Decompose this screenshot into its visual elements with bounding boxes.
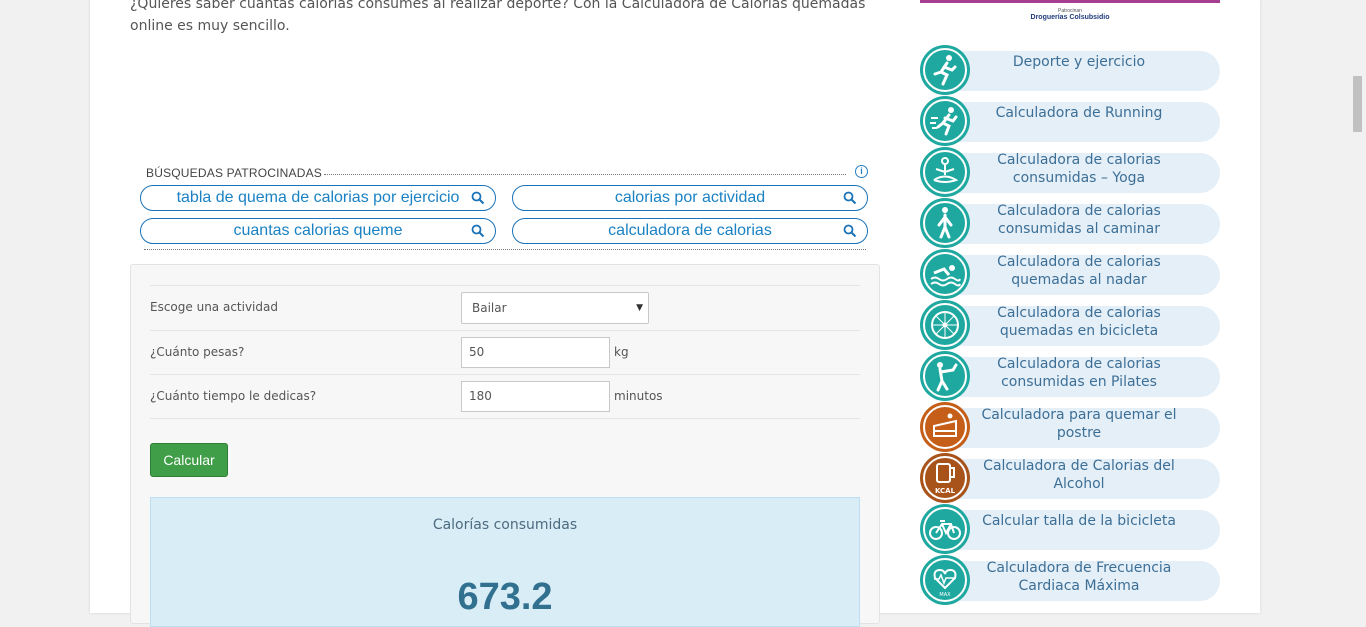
sidebar-item-label: Calcular talla de la bicicleta (982, 513, 1176, 529)
result-box: Calorías consumidas 673.2 (150, 497, 860, 627)
activity-row: Escoge una actividad Bailar ▼ (150, 285, 860, 330)
sidebar-item-alcohol[interactable]: Calculadora de Calorias del Alcohol KCAL (920, 453, 1220, 503)
beer-kcal-icon: KCAL (920, 453, 970, 503)
search-icon (843, 191, 857, 205)
search-icon (471, 191, 485, 205)
sidebar-item-caminar[interactable]: Calculadora de calorias consumidas al ca… (920, 198, 1220, 248)
page-scrollbar[interactable] (1349, 0, 1366, 613)
sidebar-item-label: Calculadora de Running (995, 105, 1163, 121)
sidebar-item-talla-bicicleta[interactable]: Calcular talla de la bicicleta (920, 504, 1220, 554)
weight-input[interactable]: 50 (461, 337, 610, 368)
pilates-icon (920, 351, 970, 401)
time-row: ¿Cuánto tiempo le dedicas? 180 minutos (150, 374, 860, 419)
sidebar-item-running[interactable]: Calculadora de Running (920, 96, 1220, 146)
sidebar-item-label: Calculadora de calorias consumidas – Yog… (997, 152, 1161, 186)
sidebar-item-pilates[interactable]: Calculadora de calorias consumidas en Pi… (920, 351, 1220, 401)
sponsored-link-calculadora[interactable]: calculadora de calorias (512, 218, 868, 244)
sidebar-item-nadar[interactable]: Calculadora de calorias quemadas al nada… (920, 249, 1220, 299)
sponsor-banner[interactable]: Patrocinan Droguerías Colsubsidio (920, 0, 1220, 32)
yoga-icon (920, 147, 970, 197)
cake-icon (920, 402, 970, 452)
sprint-icon (920, 96, 970, 146)
sponsored-heading: BÚSQUEDAS PATROCINADAS (146, 166, 322, 180)
walking-icon (920, 198, 970, 248)
activity-label: Escoge una actividad (150, 300, 278, 314)
banner-bar (920, 0, 1220, 3)
swimming-icon (920, 249, 970, 299)
calculate-button[interactable]: Calcular (150, 443, 228, 477)
weight-row: ¿Cuánto pesas? 50 kg (150, 330, 860, 375)
sidebar-item-yoga[interactable]: Calculadora de calorias consumidas – Yog… (920, 147, 1220, 197)
dropdown-caret-icon: ▼ (636, 303, 643, 313)
calculator-form: Escoge una actividad Bailar ▼ ¿Cuánto pe… (130, 264, 880, 627)
sidebar-item-bicicleta[interactable]: Calculadora de calorias quemadas en bici… (920, 300, 1220, 350)
weight-label: ¿Cuánto pesas? (150, 345, 245, 359)
bike-wheel-icon (920, 300, 970, 350)
weight-unit: kg (614, 345, 629, 359)
activity-select[interactable]: Bailar ▼ (461, 292, 649, 324)
sidebar-item-label: Calculadora de Frecuencia Cardiaca Máxim… (986, 560, 1172, 594)
running-icon (920, 45, 970, 95)
sidebar-item-label: Deporte y ejercicio (1012, 54, 1146, 70)
search-icon (471, 224, 485, 238)
info-icon[interactable]: i (855, 165, 868, 178)
result-label: Calorías consumidas (432, 517, 578, 533)
sidebar-item-label: Calculadora de calorias consumidas al ca… (997, 203, 1161, 237)
search-icon (843, 224, 857, 238)
sidebar-item-label: Calculadora de calorias quemadas al nada… (997, 254, 1161, 288)
sidebar-item-deporte[interactable]: Deporte y ejercicio (920, 45, 1220, 95)
banner-brand-logo: Droguerías Colsubsidio (1030, 14, 1110, 21)
sponsored-searches: BÚSQUEDAS PATROCINADAS i tabla de quema … (140, 162, 870, 252)
svg-text:MAX: MAX (939, 592, 951, 598)
sidebar-item-frecuencia[interactable]: Calculadora de Frecuencia Cardiaca Máxim… (920, 555, 1220, 605)
svg-text:KCAL: KCAL (935, 487, 956, 495)
sponsored-link-queme[interactable]: cuantas calorias queme (140, 218, 496, 244)
sidebar-item-label: Calculadora de Calorias del Alcohol (983, 458, 1175, 492)
time-input[interactable]: 180 (461, 381, 610, 412)
divider (144, 249, 866, 250)
divider (150, 418, 860, 419)
time-unit: minutos (614, 389, 663, 403)
time-label: ¿Cuánto tiempo le dedicas? (150, 389, 317, 403)
intro-paragraph: ¿Quieres saber cuantas calorias consumes… (130, 0, 866, 34)
sidebar-item-label: Calculadora para quemar el postre (981, 407, 1177, 441)
scrollbar-thumb[interactable] (1353, 76, 1362, 132)
heart-max-icon: MAX (920, 555, 970, 605)
sponsored-link-tabla[interactable]: tabla de quema de calorias por ejercicio (140, 185, 496, 211)
sidebar-item-label: Calculadora de calorias consumidas en Pi… (997, 356, 1161, 390)
sidebar-item-label: Calculadora de calorias quemadas en bici… (997, 305, 1161, 339)
sponsored-link-actividad[interactable]: calorias por actividad (512, 185, 868, 211)
sidebar-item-postre[interactable]: Calculadora para quemar el postre (920, 402, 1220, 452)
divider (324, 174, 846, 175)
bicycle-icon (920, 504, 970, 554)
